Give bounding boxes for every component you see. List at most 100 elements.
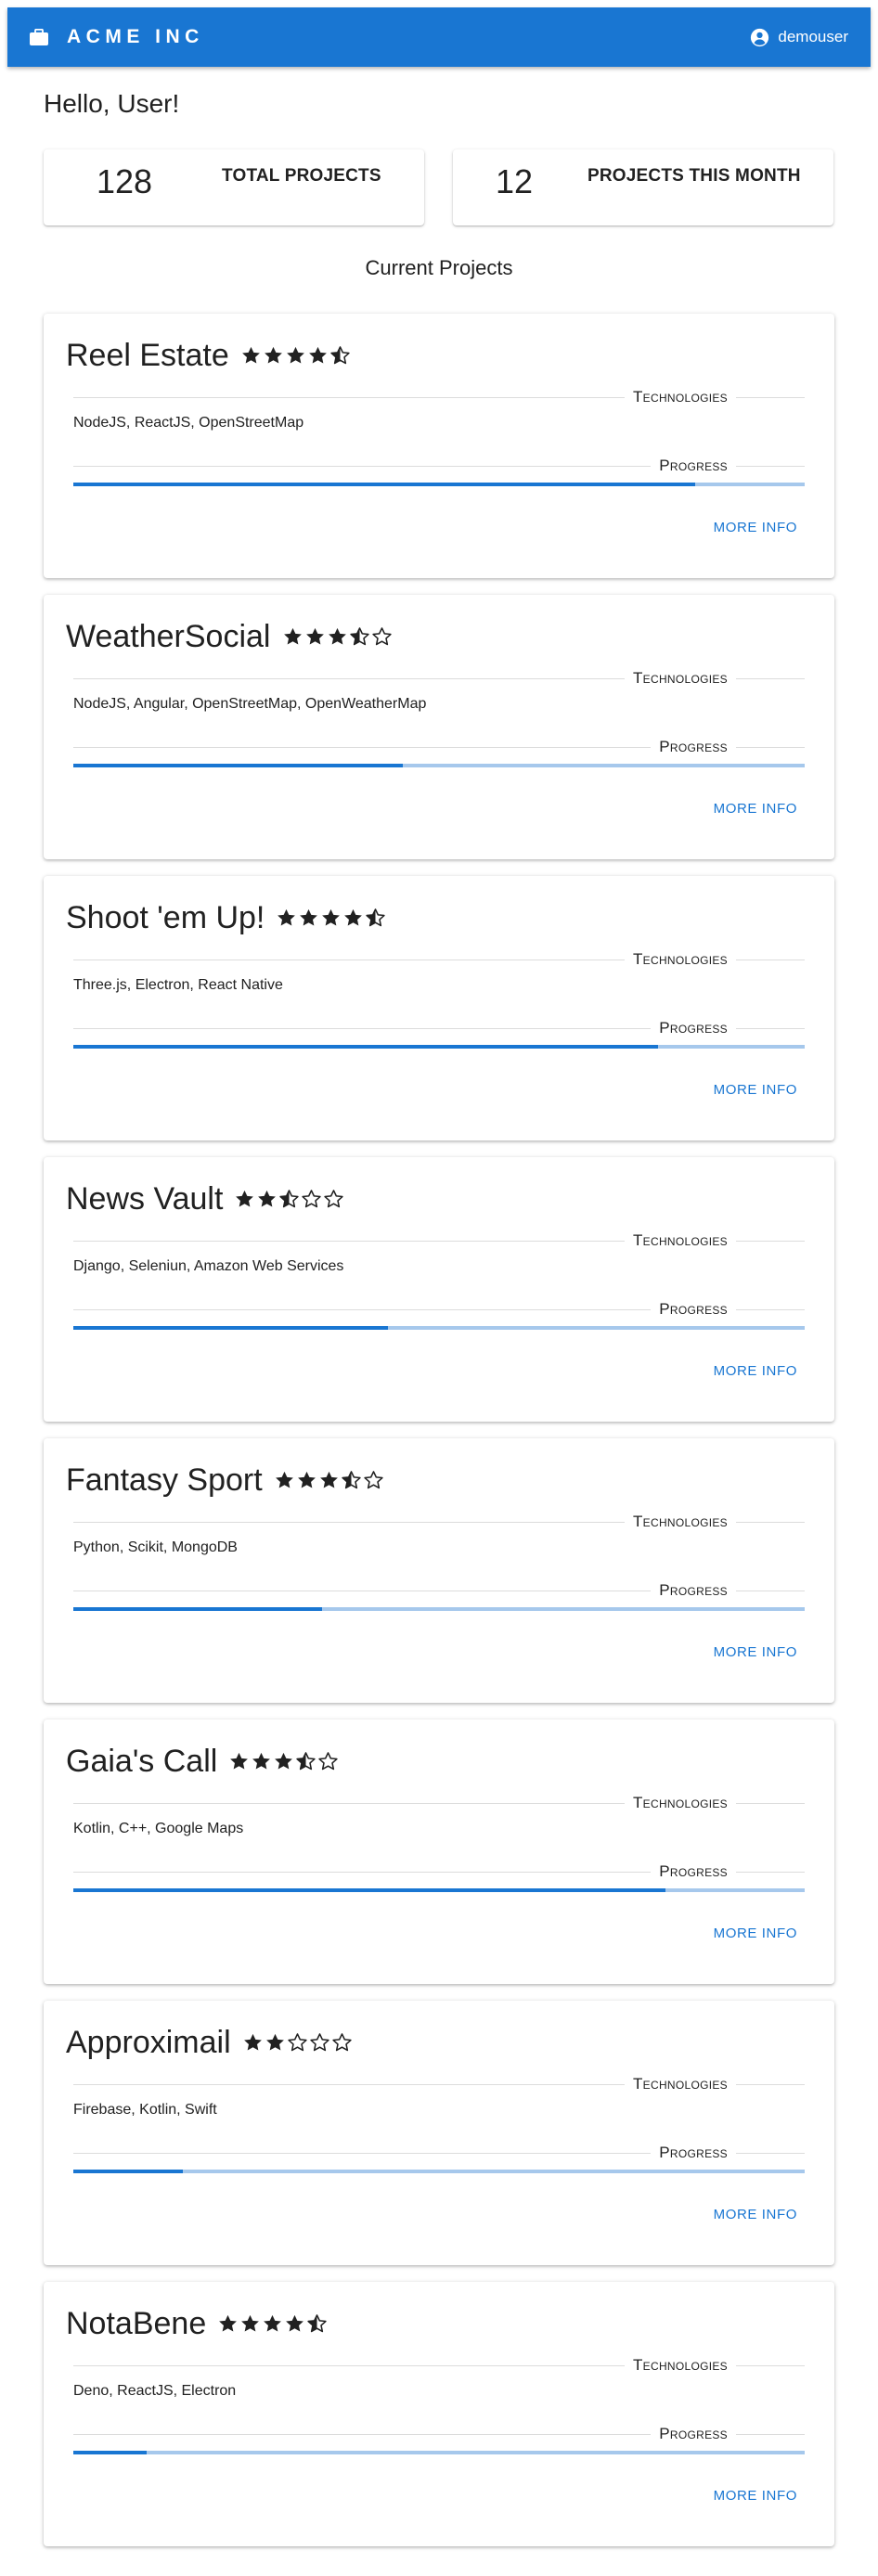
progress-bar [73,1607,805,1611]
progress-label: Progress [651,1299,736,1320]
star-outline-icon [371,627,392,646]
star-rating [228,1751,340,1772]
star-icon [230,1752,249,1770]
star-icon [308,346,327,364]
more-info-button[interactable]: MORE INFO [714,801,797,817]
star-half-icon [307,2314,327,2333]
progress-bar [73,1326,805,1330]
project-card: WeatherSocial Technologies NodeJS, Angul… [44,595,834,859]
project-card: Shoot 'em Up! Technologies Three.js, Ele… [44,876,834,1140]
star-half-icon [341,1471,361,1489]
star-icon [278,908,296,926]
star-icon [283,627,302,645]
progress-fill [73,1888,666,1892]
user-menu[interactable]: demouser [750,28,848,47]
star-half-icon [366,908,386,927]
star-icon [344,908,363,926]
star-icon [236,1190,254,1207]
progress-bar [73,483,805,486]
star-icon [286,2314,304,2332]
progress-divider: Progress [73,2143,805,2163]
more-info-button[interactable]: MORE INFO [714,2207,797,2222]
technologies-label: Technologies [624,668,736,689]
star-icon [297,1471,316,1488]
progress-fill [73,2170,184,2173]
project-title: WeatherSocial [66,619,271,654]
progress-divider: Progress [73,1861,805,1882]
stat-label: PROJECTS THIS MONTH [587,166,801,186]
technologies-list: Three.js, Electron, React Native [73,977,283,993]
star-icon [264,346,282,364]
star-icon [305,627,324,645]
progress-label: Progress [651,2143,736,2163]
brand-name: ACME INC [67,26,204,47]
project-title: News Vault [66,1181,224,1217]
stat-label: TOTAL PROJECTS [222,166,381,186]
technologies-divider: Technologies [73,668,805,689]
project-title: Shoot 'em Up! [66,900,265,935]
star-icon [264,2314,282,2332]
progress-label: Progress [651,737,736,757]
progress-bar [73,764,805,767]
project-title: Fantasy Sport [66,1462,263,1498]
project-card: News Vault Technologies Django, Seleniun… [44,1157,834,1422]
progress-divider: Progress [73,737,805,757]
more-info-button[interactable]: MORE INFO [714,1082,797,1098]
project-card: Gaia's Call Technologies Kotlin, C++, Go… [44,1719,834,1984]
technologies-list: Django, Seleniun, Amazon Web Services [73,1258,344,1274]
technologies-list: Python, Scikit, MongoDB [73,1539,238,1555]
star-icon [241,2314,260,2332]
progress-label: Progress [651,2424,736,2444]
star-outline-icon [302,1190,322,1208]
brand[interactable]: ACME INC [30,26,204,48]
more-info-button[interactable]: MORE INFO [714,1644,797,1660]
more-info-button[interactable]: MORE INFO [714,1926,797,1941]
project-card: Reel Estate Technologies NodeJS, ReactJS… [44,314,834,578]
progress-bar [73,1888,805,1892]
technologies-label: Technologies [624,1512,736,1532]
technologies-label: Technologies [624,387,736,407]
project-card: Approximail Technologies Firebase, Kotli… [44,2001,834,2265]
progress-divider: Progress [73,1018,805,1038]
star-icon [219,2314,238,2332]
star-outline-icon [324,1190,344,1208]
progress-fill [73,1607,322,1611]
star-icon [275,1752,293,1770]
technologies-label: Technologies [624,2074,736,2094]
progress-fill [73,1045,659,1049]
progress-fill [73,483,695,486]
more-info-button[interactable]: MORE INFO [714,2488,797,2504]
briefcase-icon [30,29,48,45]
progress-bar [73,1045,805,1049]
project-title: Reel Estate [66,338,229,373]
star-outline-icon [318,1752,338,1771]
star-icon [319,1471,338,1488]
star-rating [274,1470,385,1491]
star-rating [240,345,352,367]
progress-label: Progress [651,1861,736,1882]
star-rating [242,2032,354,2054]
star-icon [258,1190,277,1207]
username: demouser [778,28,848,45]
progress-divider: Progress [73,456,805,476]
project-card: NotaBene Technologies Deno, ReactJS, Ele… [44,2282,834,2546]
technologies-label: Technologies [624,1230,736,1251]
technologies-list: NodeJS, ReactJS, OpenStreetMap [73,415,304,431]
technologies-label: Technologies [624,1793,736,1813]
more-info-button[interactable]: MORE INFO [714,1363,797,1379]
technologies-list: Kotlin, C++, Google Maps [73,1821,244,1836]
progress-fill [73,764,403,767]
project-card: Fantasy Sport Technologies Python, Sciki… [44,1438,834,1703]
progress-divider: Progress [73,2424,805,2444]
stat-card-month: 12 PROJECTS THIS MONTH [453,149,833,225]
stat-value: 128 [97,162,153,200]
more-info-button[interactable]: MORE INFO [714,520,797,535]
star-icon [252,1752,271,1770]
star-rating [217,2313,329,2335]
star-icon [286,346,304,364]
project-title: NotaBene [66,2306,207,2341]
progress-bar [73,2451,805,2454]
technologies-divider: Technologies [73,2355,805,2376]
greeting: Hello, User! [44,89,180,118]
star-outline-icon [309,2033,329,2052]
